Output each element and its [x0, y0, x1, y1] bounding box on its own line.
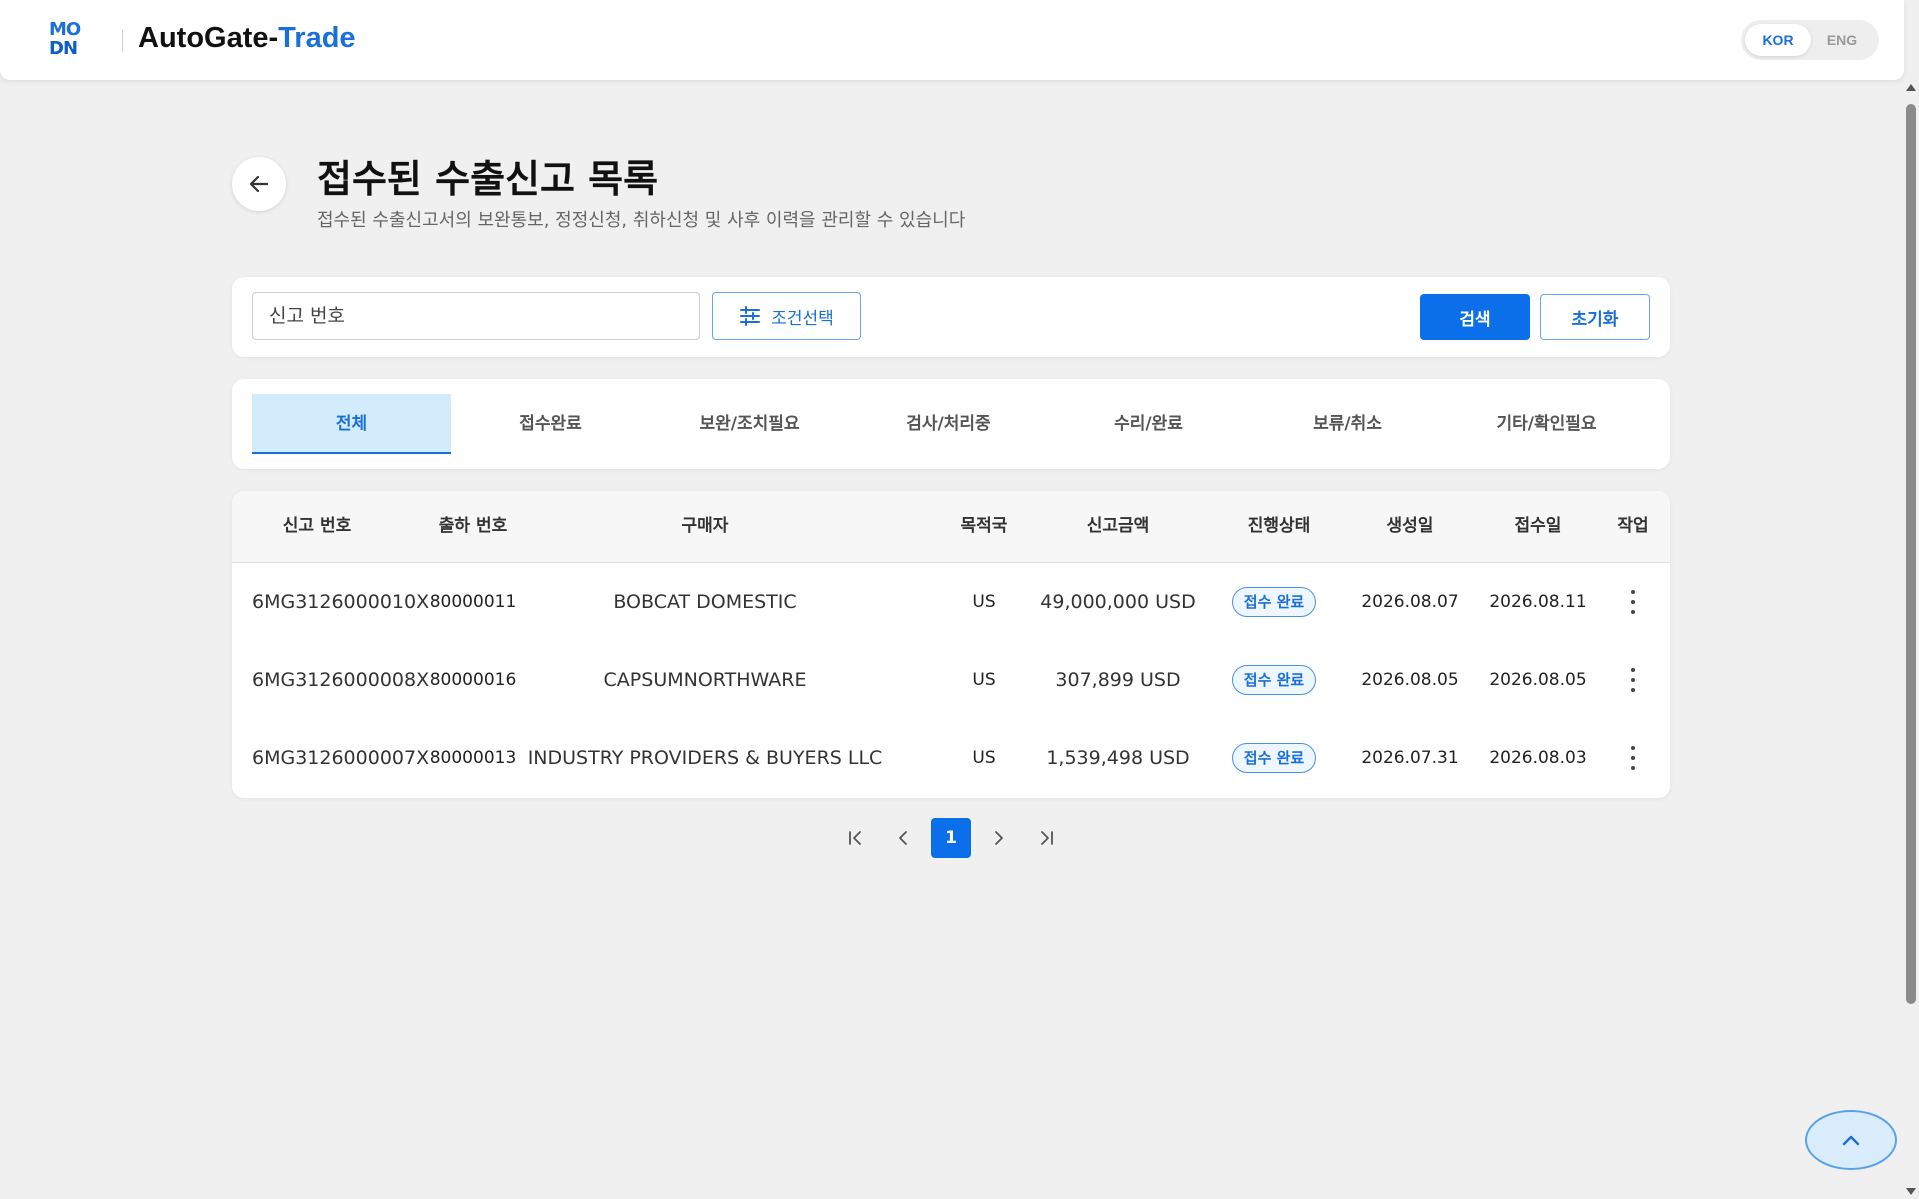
search-button[interactable]: 검색: [1420, 294, 1530, 340]
search-panel: 조건선택 검색 초기화: [232, 277, 1670, 357]
status-badge: 접수 완료: [1232, 743, 1316, 773]
declarations-table: 신고 번호 출하 번호 구매자 목적국 신고금액 진행상태 생성일 접수일 작업…: [232, 491, 1670, 798]
scroll-to-top: [1805, 1110, 1897, 1170]
table-header: 신고 번호 출하 번호 구매자 목적국 신고금액 진행상태 생성일 접수일 작업: [232, 491, 1670, 563]
last-page-button[interactable]: [1026, 818, 1066, 858]
app-title[interactable]: AutoGate-Trade: [138, 22, 356, 55]
next-page-icon: [995, 831, 1003, 845]
cell-buyer: INDUSTRY PROVIDERS & BUYERS LLC: [527, 747, 883, 769]
first-page-icon: [849, 831, 861, 845]
back-arrow-icon: [249, 175, 269, 193]
lang-eng-button[interactable]: ENG: [1809, 24, 1875, 56]
col-status: 진행상태: [1247, 516, 1311, 536]
tab-accepted[interactable]: 수리/완료: [1049, 394, 1248, 454]
col-received: 접수일: [1514, 516, 1562, 536]
scroll-down-arrow-icon[interactable]: [1906, 1188, 1916, 1195]
vertical-scrollbar[interactable]: [1904, 80, 1919, 1199]
tab-other[interactable]: 기타/확인필요: [1447, 394, 1646, 454]
top-header: MO DN AutoGate-Trade KOR ENG: [0, 0, 1904, 80]
chevron-up-icon: [1842, 1135, 1860, 1146]
scroll-up-arrow-icon[interactable]: [1906, 84, 1916, 91]
table-row[interactable]: 6MG3126000007X 80000013 INDUSTRY PROVIDE…: [232, 719, 1670, 797]
cell-received: 2026.08.05: [1489, 670, 1587, 690]
cell-received: 2026.08.03: [1489, 748, 1587, 768]
first-page-button[interactable]: [836, 818, 876, 858]
tab-inspection[interactable]: 검사/처리중: [849, 394, 1048, 454]
cell-buyer: CAPSUMNORTHWARE: [603, 669, 807, 691]
prev-page-button[interactable]: [884, 818, 924, 858]
status-badge: 접수 완료: [1232, 665, 1316, 695]
status-badge: 접수 완료: [1232, 587, 1316, 617]
kebab-menu-icon[interactable]: [1623, 668, 1643, 692]
company-logo[interactable]: MO DN: [49, 20, 85, 60]
cell-amount: 49,000,000 USD: [1040, 591, 1196, 613]
cell-received: 2026.08.11: [1489, 592, 1587, 612]
app-title-part1: AutoGate-: [138, 22, 279, 54]
tab-supplement-needed[interactable]: 보완/조치필요: [650, 394, 849, 454]
col-destination: 목적국: [960, 516, 1008, 536]
status-tabs: 전체 접수완료 보완/조치필요 검사/처리중 수리/완료 보류/취소 기타/확인…: [232, 379, 1670, 469]
cell-created: 2026.08.05: [1361, 670, 1459, 690]
tab-on-hold[interactable]: 보류/취소: [1248, 394, 1447, 454]
col-declaration-no: 신고 번호: [282, 516, 352, 536]
tab-all[interactable]: 전체: [252, 394, 451, 454]
next-page-button[interactable]: [978, 818, 1018, 858]
col-amount: 신고금액: [1086, 516, 1150, 536]
kebab-menu-icon[interactable]: [1623, 590, 1643, 614]
kebab-menu-icon[interactable]: [1623, 746, 1643, 770]
col-action: 작업: [1617, 516, 1649, 536]
cell-amount: 1,539,498 USD: [1046, 747, 1190, 769]
scroll-thumb[interactable]: [1906, 104, 1916, 1004]
col-shipment-no: 출하 번호: [438, 516, 508, 536]
sliders-icon: [740, 306, 761, 326]
cell-created: 2026.08.07: [1361, 592, 1459, 612]
prev-page-icon: [899, 831, 907, 845]
page-title: 접수된 수출신고 목록: [317, 157, 659, 201]
table-row[interactable]: 6MG3126000008X 80000016 CAPSUMNORTHWARE …: [232, 641, 1670, 719]
tab-received[interactable]: 접수완료: [451, 394, 650, 454]
scroll-to-top-button[interactable]: [1805, 1110, 1897, 1170]
col-buyer: 구매자: [681, 516, 729, 536]
declaration-number-input[interactable]: [252, 292, 700, 340]
logo-line-1: MO: [49, 19, 81, 40]
table-row[interactable]: 6MG3126000010X 80000011 BOBCAT DOMESTIC …: [232, 563, 1670, 641]
last-page-icon: [1041, 831, 1053, 845]
language-toggle: KOR ENG: [1741, 20, 1879, 60]
app-title-part2: Trade: [278, 22, 356, 54]
logo-line-2: DN: [49, 38, 78, 59]
cell-buyer: BOBCAT DOMESTIC: [613, 591, 797, 613]
col-created: 생성일: [1386, 516, 1434, 536]
cell-destination: US: [972, 748, 996, 768]
back-button[interactable]: [232, 157, 286, 211]
condition-select-label: 조건선택: [771, 308, 834, 329]
lang-kor-button[interactable]: KOR: [1745, 24, 1811, 56]
page-subtitle: 접수된 수출신고서의 보완통보, 정정신청, 취하신청 및 사후 이력을 관리할…: [317, 210, 966, 231]
cell-destination: US: [972, 670, 996, 690]
page-number-1[interactable]: 1: [931, 818, 971, 858]
logo-divider: [122, 30, 123, 52]
cell-created: 2026.07.31: [1361, 748, 1459, 768]
cell-destination: US: [972, 592, 996, 612]
reset-button[interactable]: 초기화: [1540, 294, 1650, 340]
condition-select-button[interactable]: 조건선택: [712, 292, 861, 340]
cell-amount: 307,899 USD: [1055, 669, 1181, 691]
